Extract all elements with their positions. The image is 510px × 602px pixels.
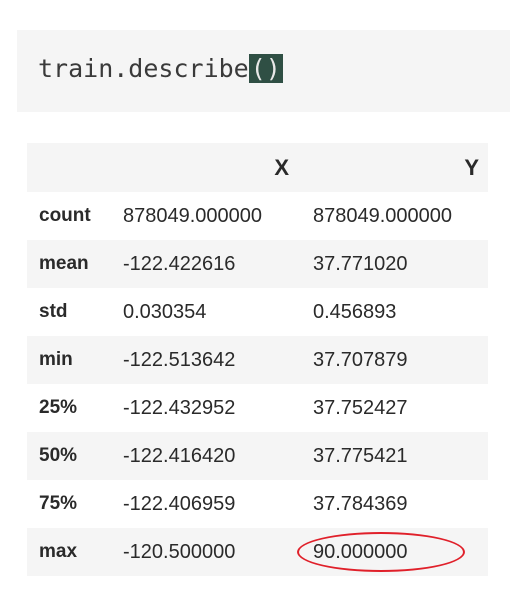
row-label: min <box>39 349 73 370</box>
table-header-row: X Y <box>27 143 488 192</box>
row-label: mean <box>39 253 89 274</box>
row-label: 25% <box>39 397 78 418</box>
table-row: mean -122.422616 37.771020 <box>27 240 488 288</box>
table-row: std 0.030354 0.456893 <box>27 288 488 336</box>
table-row: max -120.500000 90.000000 <box>27 528 488 576</box>
table-row: 75% -122.406959 37.784369 <box>27 480 488 528</box>
table-row: 50% -122.416420 37.775421 <box>27 432 488 480</box>
cell-x: 878049.000000 <box>123 204 263 227</box>
row-label: 75% <box>39 493 78 514</box>
cell-y: 37.752427 <box>313 396 408 419</box>
cell-y: 878049.000000 <box>313 204 453 227</box>
cell-y: 37.771020 <box>313 252 408 275</box>
code-text[interactable]: train.describe() <box>38 54 283 84</box>
row-label: std <box>39 301 68 322</box>
cell-x: -122.416420 <box>123 444 236 467</box>
cell-x: -122.432952 <box>123 396 236 419</box>
code-parens-highlight: () <box>248 54 283 83</box>
cell-x: -120.500000 <box>123 540 236 563</box>
code-call: train.describe <box>38 54 249 83</box>
table-row: 25% -122.432952 37.752427 <box>27 384 488 432</box>
cell-y: 90.000000 <box>313 540 408 563</box>
cell-y: 0.456893 <box>313 300 397 323</box>
cell-x: 0.030354 <box>123 300 207 323</box>
column-header-y: Y <box>464 154 479 180</box>
cell-y: 37.707879 <box>313 348 408 371</box>
row-label: 50% <box>39 445 78 466</box>
notebook-page: train.describe() X Y count 878049.000000… <box>0 0 510 602</box>
row-label: max <box>39 541 78 562</box>
cell-x: -122.406959 <box>123 492 236 515</box>
code-cell[interactable]: train.describe() <box>17 30 510 112</box>
cell-y: 37.775421 <box>313 444 408 467</box>
table-row: min -122.513642 37.707879 <box>27 336 488 384</box>
row-label: count <box>39 205 91 226</box>
column-header-x: X <box>274 154 289 180</box>
describe-output-table: X Y count 878049.000000 878049.000000 me… <box>27 143 488 576</box>
table-row: count 878049.000000 878049.000000 <box>27 192 488 240</box>
cell-x: -122.422616 <box>123 252 236 275</box>
cell-x: -122.513642 <box>123 348 236 371</box>
cell-y: 37.784369 <box>313 492 408 515</box>
